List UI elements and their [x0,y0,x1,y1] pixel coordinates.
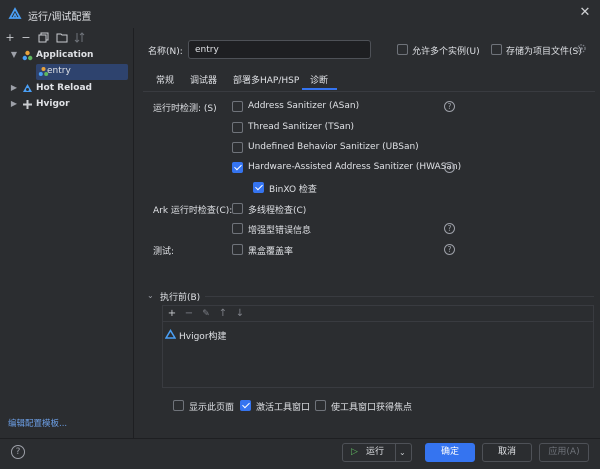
store-as-project-label: 存储为项目文件(S) [506,47,582,57]
app-logo-icon [8,7,22,19]
multithread-checkbox[interactable] [232,203,243,214]
hvigor-icon [23,100,32,109]
allow-multiple-label: 允许多个实例(U) [412,47,480,57]
store-as-project-checkbox[interactable] [491,44,502,55]
chevron-right-icon[interactable]: ▶ [9,83,19,92]
activate-tool-window-label: 激活工具窗口 [256,403,311,413]
tab-general[interactable]: 常规 [156,73,174,86]
add-icon[interactable]: + [4,32,16,44]
tree-item-label: Hvigor [36,99,70,109]
tab-debugger[interactable]: 调试器 [190,73,217,86]
folder-icon[interactable] [56,32,68,43]
move-up-icon[interactable]: ↑ [218,308,228,320]
blackbox-label: 黑盒覆盖率 [248,247,294,257]
tree-item-hot-reload[interactable]: ▶ Hot Reload [0,81,134,97]
chevron-down-icon[interactable]: ▼ [9,50,19,59]
multithread-label: 多线程检查(C) [248,206,307,216]
list-item[interactable]: Hvigor构建 [165,328,365,342]
tab-active-indicator [302,88,337,90]
remove-icon[interactable]: − [184,308,194,320]
hwasan-label: Hardware-Assisted Address Sanitizer (HWA… [248,162,462,172]
chevron-down-icon[interactable]: ⌄ [147,291,154,300]
name-input[interactable] [188,40,371,59]
window-title: 运行/调试配置 [28,12,92,23]
blackbox-checkbox[interactable] [232,244,243,255]
before-launch-divider [205,296,594,297]
binxo-label: BinXO 检查 [269,185,317,195]
hvigor-build-icon [165,329,176,339]
ubsan-checkbox[interactable] [232,142,243,153]
asan-checkbox[interactable] [232,101,243,112]
tree-item-application[interactable]: ▼ Application [0,48,134,64]
edit-icon[interactable]: ✎ [201,308,211,320]
tree-item-label: entry [47,66,71,76]
application-icon [22,50,33,61]
focus-tool-window-checkbox[interactable] [315,400,326,411]
help-icon[interactable]: ? [444,223,455,234]
show-page-checkbox[interactable] [173,400,184,411]
asan-label: Address Sanitizer (ASan) [248,101,360,111]
edit-templates-link[interactable]: 编辑配置模板... [8,417,67,429]
help-icon[interactable]: ? [444,101,455,112]
chevron-right-icon[interactable]: ▶ [9,99,19,108]
before-launch-label: 执行前(B) [160,290,205,303]
help-icon[interactable]: ? [11,445,25,459]
ark-runtime-label: Ark 运行时检查(C): [153,206,233,216]
apply-button[interactable]: 应用(A) [539,443,589,462]
move-down-icon[interactable]: ↓ [235,308,245,320]
ubsan-label: Undefined Behavior Sanitizer (UBSan) [248,142,419,152]
run-label: 运行 [366,447,385,457]
help-icon[interactable]: ? [444,244,455,255]
run-icon: ▷ [351,447,358,457]
add-icon[interactable]: + [167,308,177,320]
allow-multiple-checkbox[interactable] [397,44,408,55]
task-label: Hvigor构建 [179,332,227,342]
test-label: 测试: [153,247,175,257]
tree-item-entry[interactable]: entry [36,64,128,80]
remove-icon[interactable]: − [20,32,32,44]
close-icon[interactable]: ✕ [578,6,592,20]
binxo-checkbox[interactable] [253,182,264,193]
activate-tool-window-checkbox[interactable] [240,400,251,411]
tab-deploy-multi-hap[interactable]: 部署多HAP/HSP [233,73,299,86]
tab-diagnostics[interactable]: 诊断 [310,73,328,86]
settings-icon[interactable] [576,43,587,54]
run-button[interactable]: ▷ 运行 ⌄ [342,443,412,462]
hot-reload-icon [23,84,32,92]
tabs-divider [143,91,595,92]
copy-icon[interactable] [38,32,49,43]
tsan-checkbox[interactable] [232,122,243,133]
tree-item-label: Hot Reload [36,83,92,93]
enhanced-error-label: 增强型错误信息 [248,226,312,236]
chevron-down-icon[interactable]: ⌄ [399,444,406,461]
tree-item-hvigor[interactable]: ▶ Hvigor [0,97,134,113]
show-page-label: 显示此页面 [189,403,235,413]
name-label: 名称(N): [148,47,183,57]
focus-tool-window-label: 使工具窗口获得焦点 [331,403,413,413]
sort-icon[interactable] [74,32,85,43]
button-divider [395,444,396,461]
runtime-detection-label: 运行时检测: (S) [153,104,217,114]
hwasan-checkbox[interactable] [232,162,243,173]
enhanced-error-checkbox[interactable] [232,223,243,234]
help-icon[interactable]: ? [444,162,455,173]
ok-button[interactable]: 确定 [425,443,475,462]
tsan-label: Thread Sanitizer (TSan) [248,122,355,132]
tree-item-label: Application [36,50,94,60]
cancel-button[interactable]: 取消 [482,443,532,462]
